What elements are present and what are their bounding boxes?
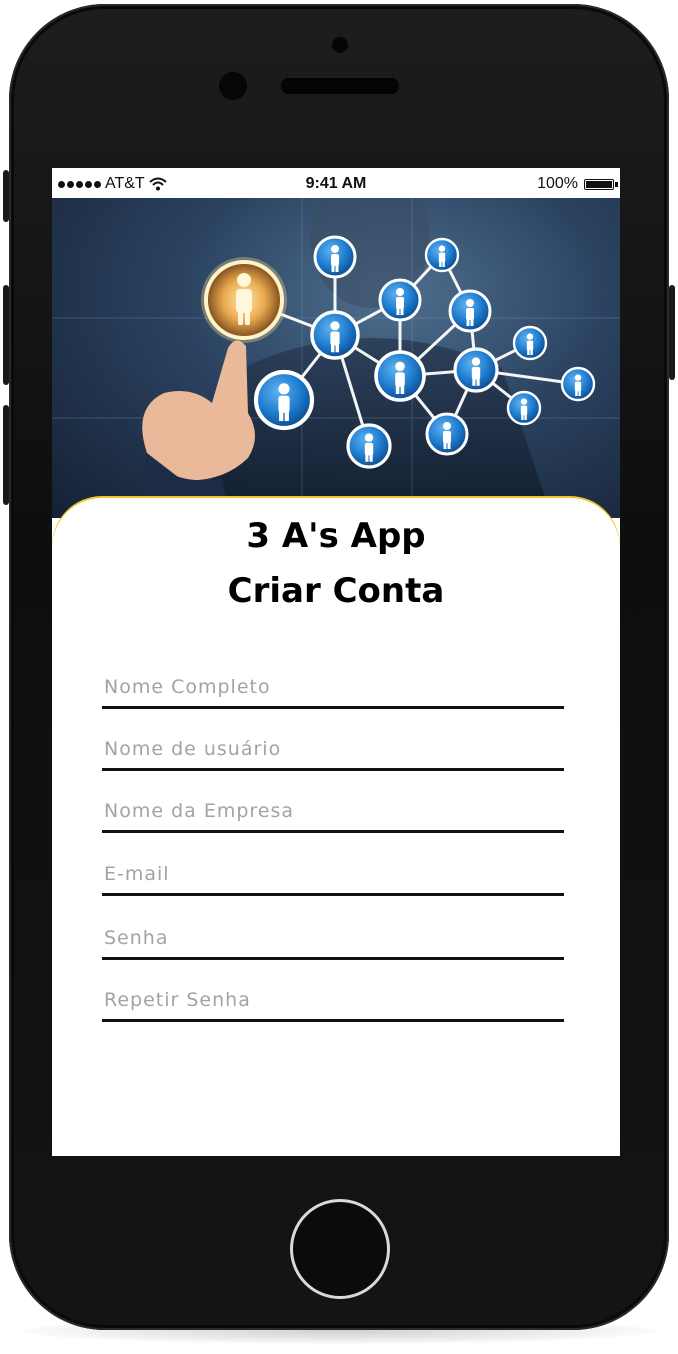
company-name-field <box>102 790 564 833</box>
status-right: 100% <box>537 175 618 193</box>
battery-percent: 100% <box>537 175 578 192</box>
proximity-sensor <box>332 37 348 53</box>
password-field <box>102 917 564 960</box>
company-name-input[interactable] <box>104 798 554 824</box>
email-input[interactable] <box>104 861 554 887</box>
power-button <box>669 285 675 380</box>
full-name-input[interactable] <box>104 674 554 700</box>
status-bar: AT&T 9:41 AM 100% <box>52 168 620 198</box>
full-name-field <box>102 666 564 709</box>
page-title: Criar Conta <box>227 571 445 611</box>
hero-network-image <box>52 198 620 518</box>
email-field <box>102 853 564 896</box>
username-field <box>102 728 564 771</box>
battery-icon <box>584 178 618 190</box>
username-input[interactable] <box>104 736 554 762</box>
home-button[interactable] <box>290 1199 390 1299</box>
network-illustration <box>52 198 620 518</box>
password-input[interactable] <box>104 925 554 951</box>
volume-up-button <box>3 285 9 385</box>
signup-card: 3 A's App Criar Conta <box>52 498 620 1156</box>
earpiece-speaker <box>281 78 399 94</box>
screen: AT&T 9:41 AM 100% 3 A's App Criar Conta … <box>52 168 620 1156</box>
repeat-password-input[interactable] <box>104 987 554 1013</box>
app-title: 3 A's App <box>246 516 426 556</box>
status-time: 9:41 AM <box>305 175 367 192</box>
front-camera <box>219 72 247 100</box>
repeat-password-field <box>102 979 564 1022</box>
mute-switch <box>3 170 9 222</box>
volume-down-button <box>3 405 9 505</box>
